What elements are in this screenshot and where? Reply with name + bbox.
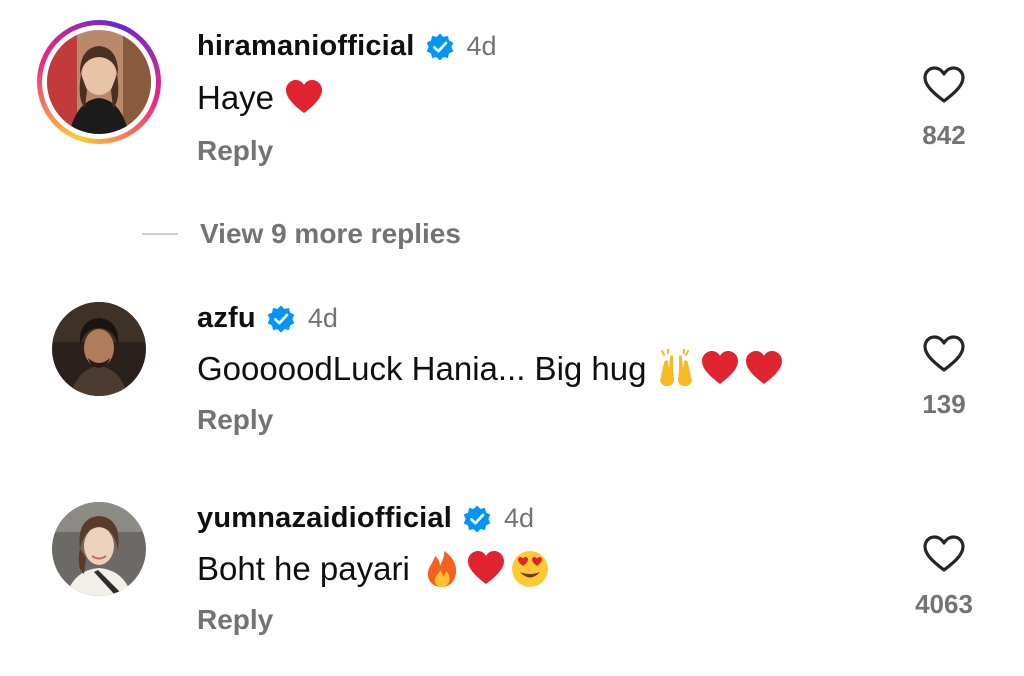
reply-button[interactable]: Reply	[197, 404, 273, 436]
comment-text: Haye	[197, 79, 275, 116]
red-heart-emoji	[700, 349, 740, 389]
username[interactable]: azfu	[197, 302, 256, 335]
heart-outline-icon[interactable]	[922, 65, 966, 105]
avatar[interactable]	[52, 502, 146, 596]
like-count: 139	[922, 389, 966, 419]
like-count: 842	[922, 120, 966, 150]
heart-outline-icon[interactable]	[922, 334, 966, 374]
verified-badge-icon	[425, 32, 455, 62]
comment-body: Haye	[197, 78, 324, 118]
comment-header: azfu 4d	[197, 302, 338, 335]
avatar-photo-icon	[52, 502, 146, 596]
view-more-replies[interactable]: View 9 more replies	[142, 218, 461, 250]
avatar-photo-icon	[52, 302, 146, 396]
like-count: 4063	[915, 589, 973, 619]
reply-button[interactable]: Reply	[197, 135, 273, 167]
heart-eyes-emoji	[510, 549, 550, 589]
comment-time: 4d	[466, 31, 497, 61]
comment-body: Boht he payari	[197, 549, 550, 589]
raising-hands-emoji	[656, 349, 696, 389]
comment-time: 4d	[504, 503, 535, 533]
red-heart-emoji	[284, 78, 324, 118]
verified-badge-icon	[266, 304, 296, 334]
username[interactable]: hiramaniofficial	[197, 30, 415, 63]
view-more-replies-label[interactable]: View 9 more replies	[200, 218, 461, 250]
avatar-photo-icon	[47, 30, 151, 134]
comment-text: Boht he payari	[197, 550, 410, 587]
heart-outline-icon[interactable]	[922, 534, 966, 574]
comment-body: GooooodLuck Hania... Big hug	[197, 349, 784, 389]
comment-header: hiramaniofficial 4d	[197, 30, 497, 63]
username[interactable]: yumnazaidiofficial	[197, 502, 452, 535]
divider-line	[142, 233, 178, 235]
verified-badge-icon	[462, 504, 492, 534]
comment-header: yumnazaidiofficial 4d	[197, 502, 534, 535]
red-heart-emoji	[744, 349, 784, 389]
fire-emoji	[422, 549, 462, 589]
red-heart-emoji	[466, 549, 506, 589]
avatar[interactable]	[37, 20, 161, 144]
comment-time: 4d	[307, 303, 338, 333]
comment-text: GooooodLuck Hania... Big hug	[197, 350, 647, 387]
avatar[interactable]	[52, 302, 146, 396]
reply-button[interactable]: Reply	[197, 604, 273, 636]
